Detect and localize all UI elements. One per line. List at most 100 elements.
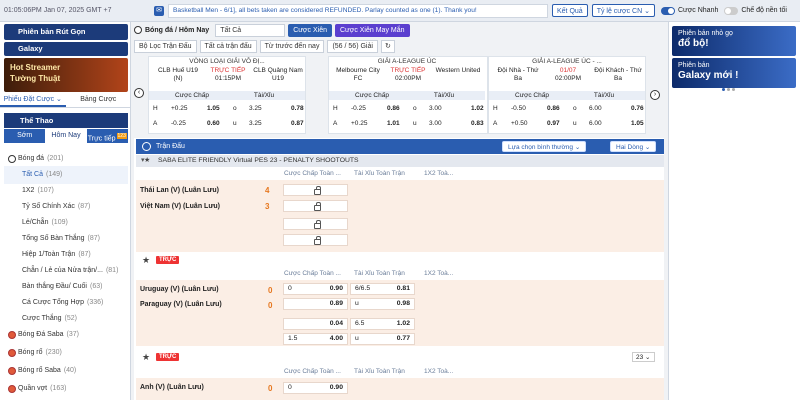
- odds-value[interactable]: 1.02: [471, 103, 484, 115]
- sport-list-item[interactable]: Quần vợt (163): [4, 380, 128, 398]
- lucky-parlay-button[interactable]: Cược Xiên May Mắn: [334, 23, 410, 37]
- featured-match-card[interactable]: VÒNG LOẠI GIẢI VÔ ĐỊ... CLB Huế U19 (N) TR…: [148, 56, 306, 134]
- chevron-left-icon[interactable]: ‹: [134, 88, 144, 98]
- filter-all-select[interactable]: Tất Cả: [215, 23, 286, 37]
- odds-value[interactable]: 1.01: [387, 118, 400, 130]
- live-badge: TRỰC: [156, 256, 180, 264]
- sport-label: Bóng đá / Hôm Nay: [145, 26, 210, 34]
- featured-match-card[interactable]: GIẢI A-LEAGUE ÚC - ... Đội Nhà - Thứ Ba 01…: [488, 56, 646, 134]
- quick-bet-toggle[interactable]: Cược Nhanh: [660, 6, 719, 15]
- odds-value[interactable]: 0.86: [547, 103, 560, 115]
- odds-cell[interactable]: 0 0.90: [283, 283, 348, 295]
- star-icon[interactable]: ★: [142, 350, 150, 364]
- odds-cell-locked[interactable]: [283, 184, 348, 196]
- odds-line: A: [333, 120, 338, 127]
- odds-value[interactable]: 0.87: [291, 118, 304, 130]
- odds-line: u: [573, 120, 577, 127]
- card-handicap-header: Cược Chấp: [355, 92, 389, 99]
- table-header-label: Trận Đấu: [156, 143, 185, 150]
- match-status-row: ★ TRỰC: [136, 253, 664, 267]
- odds-line: H: [153, 105, 158, 112]
- refresh-icon[interactable]: ↻: [380, 39, 395, 53]
- odds-line: A: [153, 120, 158, 127]
- toggle-off-icon: [724, 6, 739, 15]
- all-matches-select[interactable]: Tất cả trận đấu: [199, 39, 257, 53]
- galaxy-version-promo[interactable]: Phiên bản Galaxy mới !: [672, 58, 796, 88]
- result-button[interactable]: Kết Quả: [552, 4, 588, 17]
- odds-line: +0.25: [351, 120, 368, 127]
- tab-bet-board[interactable]: Bảng Cược: [66, 93, 132, 107]
- promo-big-text: Galaxy mới !: [678, 70, 739, 81]
- odds-value: 0.98: [396, 300, 410, 307]
- sort-select[interactable]: Từ trước đến nay: [259, 39, 325, 53]
- tab-early[interactable]: Sớm: [4, 129, 45, 143]
- odds-value[interactable]: 0.78: [291, 103, 304, 115]
- odds-value[interactable]: 0.97: [547, 118, 560, 130]
- odds-cell[interactable]: 0.89: [283, 298, 348, 310]
- odds-value[interactable]: 0.76: [631, 103, 644, 115]
- odds-value: 0.81: [396, 285, 410, 292]
- odds-line: 3.00: [429, 105, 442, 112]
- odds-value[interactable]: 1.05: [631, 118, 644, 130]
- galaxy-banner[interactable]: Galaxy: [4, 42, 128, 56]
- col-1x2: 1X2 Toà...: [424, 270, 454, 277]
- star-icon[interactable]: ★: [144, 155, 150, 167]
- selection-mode-select[interactable]: Lựa chọn bình thường ⌄: [502, 141, 587, 152]
- league-count-select[interactable]: (56 / 56) Giải: [327, 39, 378, 53]
- tab-today[interactable]: Hôm Nay: [45, 129, 87, 143]
- odds-cell-locked[interactable]: [283, 234, 348, 246]
- odds-value: 0.77: [396, 335, 410, 342]
- odds-cell[interactable]: 6.5 1.02: [350, 318, 415, 330]
- quick-bet-label: Cược Nhanh: [677, 7, 719, 14]
- odds-cell[interactable]: 1.5 4.00: [283, 333, 348, 345]
- sport-list-item[interactable]: Bóng rổ (230): [4, 344, 128, 362]
- hot-streamer-banner[interactable]: Hot Streamer Tường Thuật: [4, 58, 128, 92]
- carousel-dots[interactable]: [722, 86, 742, 91]
- odds-value[interactable]: 0.83: [471, 118, 484, 130]
- odds-format-select[interactable]: Tỷ lệ cược CN ⌄: [591, 4, 655, 17]
- sport-list-item[interactable]: Bóng Đá Saba (37): [4, 326, 128, 344]
- card-odds-header: Cược Chấp Tài/Xỉu: [489, 91, 645, 100]
- lock-icon: [314, 186, 321, 195]
- sport-list-count: (37): [66, 331, 79, 338]
- odds-line: 3.25: [249, 105, 262, 112]
- sport-list-item[interactable]: Bóng rổ Saba (40): [4, 362, 128, 380]
- dark-mode-toggle[interactable]: Chế độ nền tối: [724, 6, 787, 15]
- compact-version-promo[interactable]: Phiên bản nhỏ gọ đổ bộ!: [672, 26, 796, 56]
- sport-list-count: (87): [77, 203, 91, 210]
- line-mode-select[interactable]: Hai Dòng ⌄: [610, 141, 657, 152]
- odds-cell[interactable]: u 0.77: [350, 333, 415, 345]
- tab-bet-slip[interactable]: Phiếu Đặt Cược ⌄: [0, 93, 66, 107]
- odds-cell[interactable]: 0 0.90: [283, 382, 348, 394]
- match-filter-select[interactable]: Bộ Lọc Trận Đấu: [134, 39, 197, 53]
- odds-cell[interactable]: 0.04: [283, 318, 348, 330]
- odds-cell[interactable]: u 0.98: [350, 298, 415, 310]
- odds-line: o: [413, 105, 417, 112]
- handicap-line: u: [355, 300, 359, 307]
- compact-version-banner[interactable]: Phiên bản Rút Gọn: [4, 24, 128, 40]
- odds-cell[interactable]: 6/6.5 0.81: [350, 283, 415, 295]
- lock-icon: [314, 202, 321, 211]
- odds-value[interactable]: 1.05: [207, 103, 220, 115]
- league-row[interactable]: ▾ ★ SABA ELITE FRIENDLY Virtual PES 23 -…: [136, 155, 664, 167]
- odds-value[interactable]: 0.86: [387, 103, 400, 115]
- odds-cell-locked[interactable]: [283, 200, 348, 212]
- featured-match-card[interactable]: GIẢI A-LEAGUE ÚC Melbourne City FC TRỰC TI…: [328, 56, 488, 134]
- card-away-team: Western United: [435, 67, 481, 74]
- card-league-name: GIẢI A-LEAGUE ÚC - ...: [532, 58, 602, 65]
- card-odds-header: Cược Chấp Tài/Xỉu: [329, 91, 485, 100]
- page-select[interactable]: 23 ⌄: [632, 352, 655, 362]
- chevron-right-icon[interactable]: ›: [650, 90, 660, 100]
- match-status-row: ★ TRỰC 23 ⌄: [136, 350, 664, 364]
- handicap-line: u: [355, 335, 359, 342]
- away-score: 0: [268, 301, 273, 310]
- card-odds-row: H -0.50 0.86 o 6.00 0.76: [489, 103, 645, 115]
- star-icon[interactable]: ★: [142, 253, 150, 267]
- tab-live[interactable]: Trực tiếp 123: [87, 129, 128, 143]
- parlay-button[interactable]: Cược Xiên: [288, 23, 332, 37]
- odds-cell-locked[interactable]: [283, 218, 348, 230]
- sport-list-count: (163): [50, 385, 67, 392]
- handicap-line: 6.5: [355, 320, 365, 327]
- sport-list-label: Cược Thắng: [22, 315, 62, 322]
- odds-value[interactable]: 0.60: [207, 118, 220, 130]
